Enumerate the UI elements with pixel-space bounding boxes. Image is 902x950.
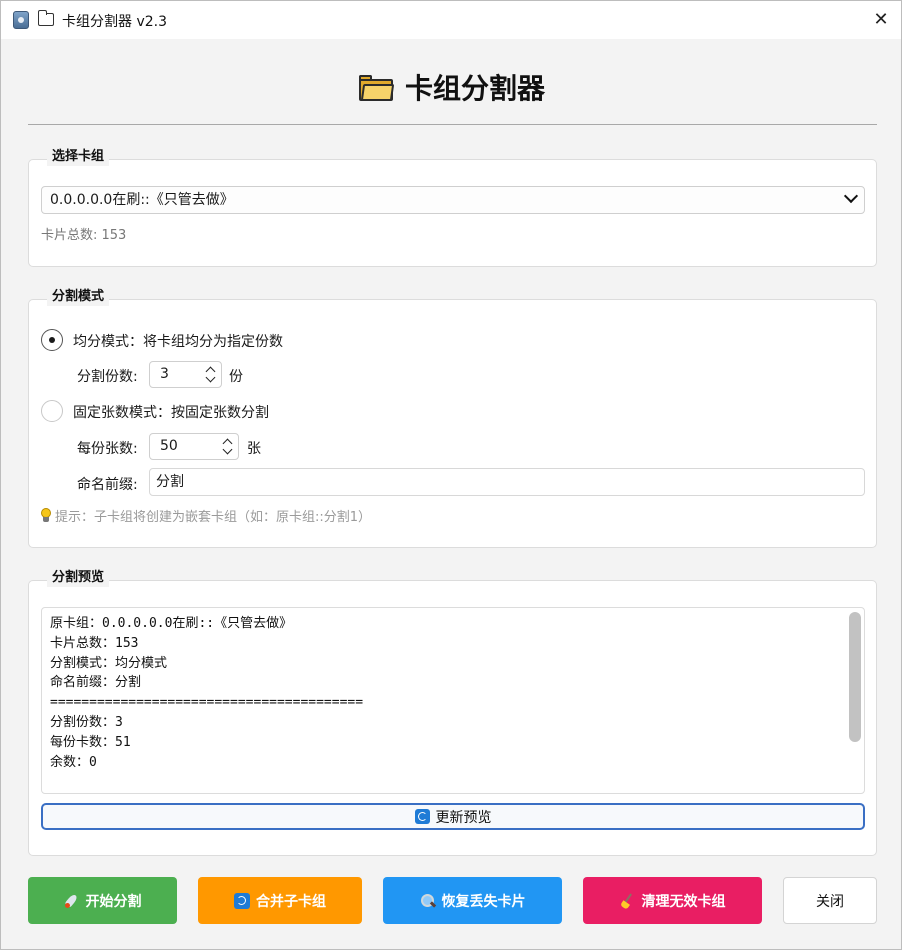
split-count-label: 分割份数: xyxy=(77,369,138,385)
name-prefix-input[interactable]: 分割 xyxy=(149,468,865,496)
preview-textarea[interactable]: 原卡组：0.0.0.0.0在刷::《只管去做》 卡片总数：153 分割模式：均分… xyxy=(41,607,865,794)
start-split-button[interactable]: 开始分割 xyxy=(28,877,177,924)
header-divider xyxy=(28,124,877,125)
merge-subdecks-label: 合并子卡组 xyxy=(256,893,326,910)
page-title: 卡组分割器 xyxy=(404,72,545,105)
recover-cards-button[interactable]: 恢复丢失卡片 xyxy=(383,877,562,924)
broom-icon xyxy=(620,893,636,909)
chevron-down-icon xyxy=(843,188,859,204)
deck-select-value: 0.0.0.0.0在刷::《只管去做》 xyxy=(50,192,234,208)
clean-decks-label: 清理无效卡组 xyxy=(641,893,726,910)
fixed-mode-radio[interactable] xyxy=(41,400,63,422)
rocket-icon xyxy=(64,893,80,909)
app-window: 卡组分割器 v2.3 ✕ 卡组分割器 选择卡组 0.0.0.0.0在刷::《只管… xyxy=(0,0,902,950)
split-count-value: 3 xyxy=(160,366,169,382)
preview-scrollbar[interactable] xyxy=(849,612,861,742)
deck-select-group-title: 选择卡组 xyxy=(47,148,110,166)
refresh-preview-button[interactable]: 更新预览 xyxy=(41,803,865,830)
close-button[interactable]: 关闭 xyxy=(783,877,877,924)
clean-decks-button[interactable]: 清理无效卡组 xyxy=(583,877,762,924)
spin-arrows-icon[interactable] xyxy=(222,437,234,457)
split-count-spinbox[interactable]: 3 xyxy=(149,361,222,388)
window-title: 卡组分割器 v2.3 xyxy=(62,14,167,30)
preview-line: 余数：0 xyxy=(50,754,97,770)
recover-cards-label: 恢复丢失卡片 xyxy=(441,893,526,910)
magnifier-icon xyxy=(420,893,436,909)
cards-per-deck-spinbox[interactable]: 50 xyxy=(149,433,239,460)
fixed-mode-label[interactable]: 固定张数模式：按固定张数分割 xyxy=(73,402,269,422)
merge-subdecks-button[interactable]: 合并子卡组 xyxy=(198,877,362,924)
deck-select-dropdown[interactable]: 0.0.0.0.0在刷::《只管去做》 xyxy=(41,186,865,214)
folder-icon xyxy=(358,74,395,101)
lightbulb-icon xyxy=(41,508,51,523)
cards-per-deck-value: 50 xyxy=(160,438,178,454)
preview-group: 分割预览 原卡组：0.0.0.0.0在刷::《只管去做》 卡片总数：153 分割… xyxy=(28,569,877,856)
app-icon xyxy=(13,11,29,29)
split-mode-group: 分割模式 均分模式：将卡组均分为指定份数 分割份数: 3 份 固定张数模式：按固… xyxy=(28,288,877,548)
preview-line: 分割份数：3 xyxy=(50,714,123,730)
sync-icon xyxy=(414,809,430,824)
preview-line: ======================================== xyxy=(50,695,364,711)
cards-per-deck-label: 每份张数: xyxy=(77,441,138,457)
preview-line: 卡片总数：153 xyxy=(50,635,139,651)
cards-per-deck-unit: 张 xyxy=(247,441,261,457)
preview-line: 命名前缀：分割 xyxy=(50,675,142,691)
name-prefix-label: 命名前缀: xyxy=(77,477,138,493)
refresh-preview-label: 更新预览 xyxy=(435,809,492,826)
preview-line: 分割模式：均分模式 xyxy=(50,655,168,671)
split-count-unit: 份 xyxy=(229,369,243,385)
close-label: 关闭 xyxy=(816,893,844,910)
card-count-label: 卡片总数: 153 xyxy=(41,228,127,243)
even-mode-label[interactable]: 均分模式：将卡组均分为指定份数 xyxy=(73,331,283,351)
folder-icon xyxy=(37,10,54,26)
tip-label: 提示：子卡组将创建为嵌套卡组（如：原卡组::分割1） xyxy=(55,510,372,525)
tip-text: 提示：子卡组将创建为嵌套卡组（如：原卡组::分割1） xyxy=(41,506,371,525)
deck-select-group: 选择卡组 0.0.0.0.0在刷::《只管去做》 卡片总数: 153 xyxy=(28,148,877,267)
name-prefix-value: 分割 xyxy=(156,474,184,490)
window-close-button[interactable]: ✕ xyxy=(867,7,895,33)
even-mode-radio[interactable] xyxy=(41,329,63,351)
title-bar: 卡组分割器 v2.3 ✕ xyxy=(1,1,901,39)
preview-group-title: 分割预览 xyxy=(47,569,110,587)
preview-line: 每份卡数：51 xyxy=(50,734,131,750)
page-header: 卡组分割器 xyxy=(1,67,902,107)
spin-arrows-icon[interactable] xyxy=(205,365,217,385)
start-split-label: 开始分割 xyxy=(85,893,142,910)
preview-line: 原卡组：0.0.0.0.0在刷::《只管去做》 xyxy=(50,616,293,631)
sync-icon xyxy=(234,892,250,909)
split-mode-group-title: 分割模式 xyxy=(47,288,110,306)
